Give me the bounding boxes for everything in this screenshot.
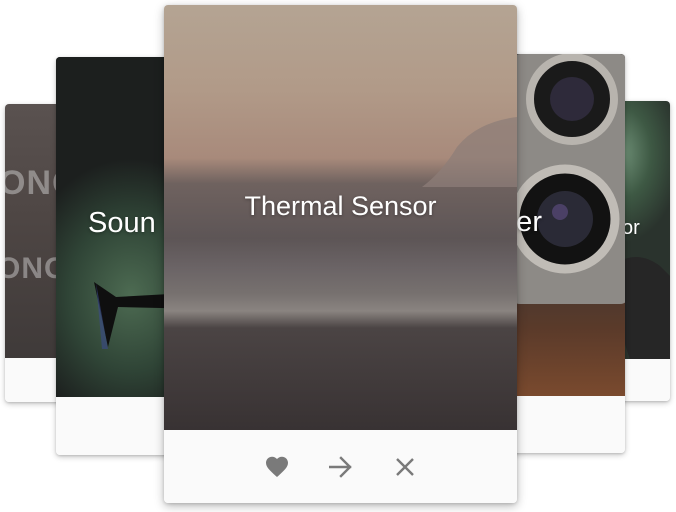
close-icon <box>395 457 414 476</box>
dismiss-button[interactable] <box>390 452 420 482</box>
hill-shape <box>422 117 517 187</box>
card-title: Thermal Sensor <box>244 191 437 221</box>
like-button[interactable] <box>262 452 292 482</box>
card-actions <box>164 430 517 503</box>
share-button[interactable] <box>326 452 356 482</box>
arrow-right-icon <box>328 455 352 478</box>
card-center[interactable]: Thermal Sensor <box>164 5 517 503</box>
card-footer <box>164 430 517 503</box>
heart-icon <box>265 456 288 477</box>
card-carousel: ONG ONG Soun eter <box>0 0 676 512</box>
card-title: Soun <box>88 207 156 239</box>
